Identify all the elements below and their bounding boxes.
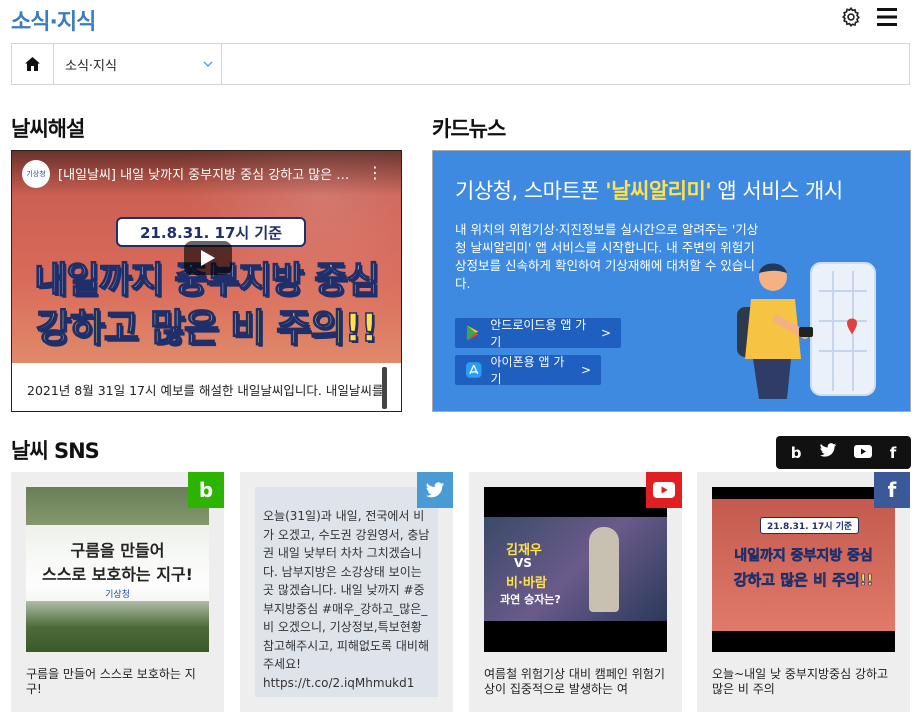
video-caption: 2021년 8월 31일 17시 예보를 해설한 내일날씨입니다. 내일날씨를 (27, 383, 384, 398)
blog-image-line1: 구름을 만들어 (70, 541, 165, 560)
youtube-icon (653, 482, 675, 498)
ios-arrow-icon: > (580, 363, 591, 377)
settings-gear-icon[interactable] (840, 6, 862, 28)
facebook-image-line1: 내일까지 중부지방 중심 (734, 548, 873, 565)
youtube-thumbnail[interactable]: 김재우 VS 비·바람 과연 승자는? (484, 487, 667, 652)
caption-scrollbar[interactable] (382, 367, 387, 409)
facebook-image-line2: 강하고 많은 비 주의!! (733, 571, 874, 590)
section-title-weather-sns: 날씨 SNS (11, 439, 100, 463)
android-arrow-icon: > (600, 326, 611, 340)
chevron-down-icon (203, 61, 213, 67)
ios-app-label: 아이폰용 앱 가기 (490, 355, 565, 386)
google-play-icon (466, 325, 479, 341)
android-app-button[interactable]: 안드로이드용 앱 가기 > (455, 318, 621, 349)
video-thumbnail[interactable]: 기상청 [내일날씨] 내일 낮까지 중부지방 중심 강하고 많은 비 주의!! … (12, 151, 401, 363)
card-news-title: 기상청, 스마트폰 '날씨알리미' 앱 서비스 개시 (455, 175, 843, 205)
section-title-weather-commentary: 날씨해설 (11, 117, 85, 141)
card-news-banner[interactable]: 기상청, 스마트폰 '날씨알리미' 앱 서비스 개시 내 위치의 위험기상·지진… (432, 150, 911, 412)
youtube-line3: 비·바람 (506, 576, 547, 591)
home-button[interactable] (12, 44, 54, 84)
sns-caption-blog: 구름을 만들어 스스로 보호하는 지구! (26, 667, 196, 696)
blog-image-line2: 스스로 보호하는 지구! (42, 565, 193, 584)
facebook-image[interactable]: 21.8.31. 17시 기준 내일까지 중부지방 중심 강하고 많은 비 주의… (712, 487, 895, 652)
blog-badge: b (188, 472, 224, 508)
tab-blog[interactable]: b (791, 444, 802, 462)
youtube-icon (854, 444, 873, 458)
ios-app-button[interactable]: 아이폰용 앱 가기 > (455, 355, 601, 386)
channel-avatar[interactable]: 기상청 (22, 160, 50, 188)
person-with-phone-illustration (737, 262, 876, 399)
twitter-icon (425, 481, 445, 497)
tab-twitter[interactable] (819, 443, 837, 462)
youtube-line2: VS (514, 556, 532, 570)
video-headline-2: 강하고 많은 비 주의!! (35, 305, 379, 351)
home-icon (25, 57, 40, 71)
tab-youtube[interactable] (854, 444, 873, 462)
facebook-image-date: 21.8.31. 17시 기준 (760, 517, 860, 534)
menu-hamburger-icon[interactable] (876, 7, 898, 27)
play-button[interactable] (184, 241, 232, 275)
card-news-description: 내 위치의 위험기상·지진정보를 실시간으로 알려주는 '기상청 날씨알리미' … (455, 222, 759, 291)
card-title-highlight: '날씨알리미' (605, 179, 712, 203)
youtube-badge (646, 472, 682, 508)
blog-image[interactable]: 구름을 만들어 스스로 보호하는 지구! 기상청 (26, 487, 209, 652)
android-app-label: 안드로이드용 앱 가기 (490, 318, 587, 349)
top-icons (840, 6, 898, 28)
breadcrumb: 소식·지식 (11, 43, 910, 85)
sns-card-blog[interactable]: 구름을 만들어 스스로 보호하는 지구! 기상청 b 구름을 만들어 스스로 보… (11, 472, 224, 712)
breadcrumb-select[interactable]: 소식·지식 (54, 44, 222, 84)
card-title-suffix: 앱 서비스 개시 (711, 179, 843, 203)
breadcrumb-select-label: 소식·지식 (65, 58, 117, 74)
card-title-prefix: 기상청, 스마트폰 (455, 179, 606, 203)
facebook-badge: f (874, 472, 910, 508)
twitter-badge (417, 472, 453, 508)
sns-card-twitter[interactable]: 오늘(31일)과 내일, 전국에서 비가 오겠고, 수도권 강원영서, 충남권 … (240, 472, 453, 712)
sns-caption-facebook: 오늘~내일 낮 중부지방중심 강하고 많은 비 주의 (712, 667, 889, 696)
tab-facebook[interactable]: f (890, 444, 897, 462)
video-title[interactable]: [내일날씨] 내일 낮까지 중부지방 중심 강하고 많은 비 주의!! (58, 164, 358, 183)
youtube-line4: 과연 승자는? (500, 593, 561, 606)
twitter-post-text: 오늘(31일)과 내일, 전국에서 비가 오겠고, 수도권 강원영서, 충남권 … (255, 487, 438, 697)
page-title: 소식·지식 (11, 10, 96, 35)
sns-caption-youtube: 여름철 위험기상 대비 캠페인 위험기상이 집중적으로 발생하는 여 (484, 667, 665, 696)
sns-card-facebook[interactable]: 21.8.31. 17시 기준 내일까지 중부지방 중심 강하고 많은 비 주의… (697, 472, 910, 712)
section-title-card-news: 카드뉴스 (432, 117, 506, 141)
video-player[interactable]: 기상청 [내일날씨] 내일 낮까지 중부지방 중심 강하고 많은 비 주의!! … (11, 150, 402, 412)
app-store-icon (465, 362, 482, 378)
sns-card-youtube[interactable]: 김재우 VS 비·바람 과연 승자는? 여름철 위험기상 대비 캠페인 위험기상… (469, 472, 682, 712)
twitter-icon (819, 443, 837, 457)
more-options-icon[interactable]: ⋮ (367, 165, 383, 181)
blog-image-logo: 기상청 (105, 590, 130, 600)
play-icon (201, 250, 215, 266)
sns-tab-bar: b f (776, 436, 911, 469)
